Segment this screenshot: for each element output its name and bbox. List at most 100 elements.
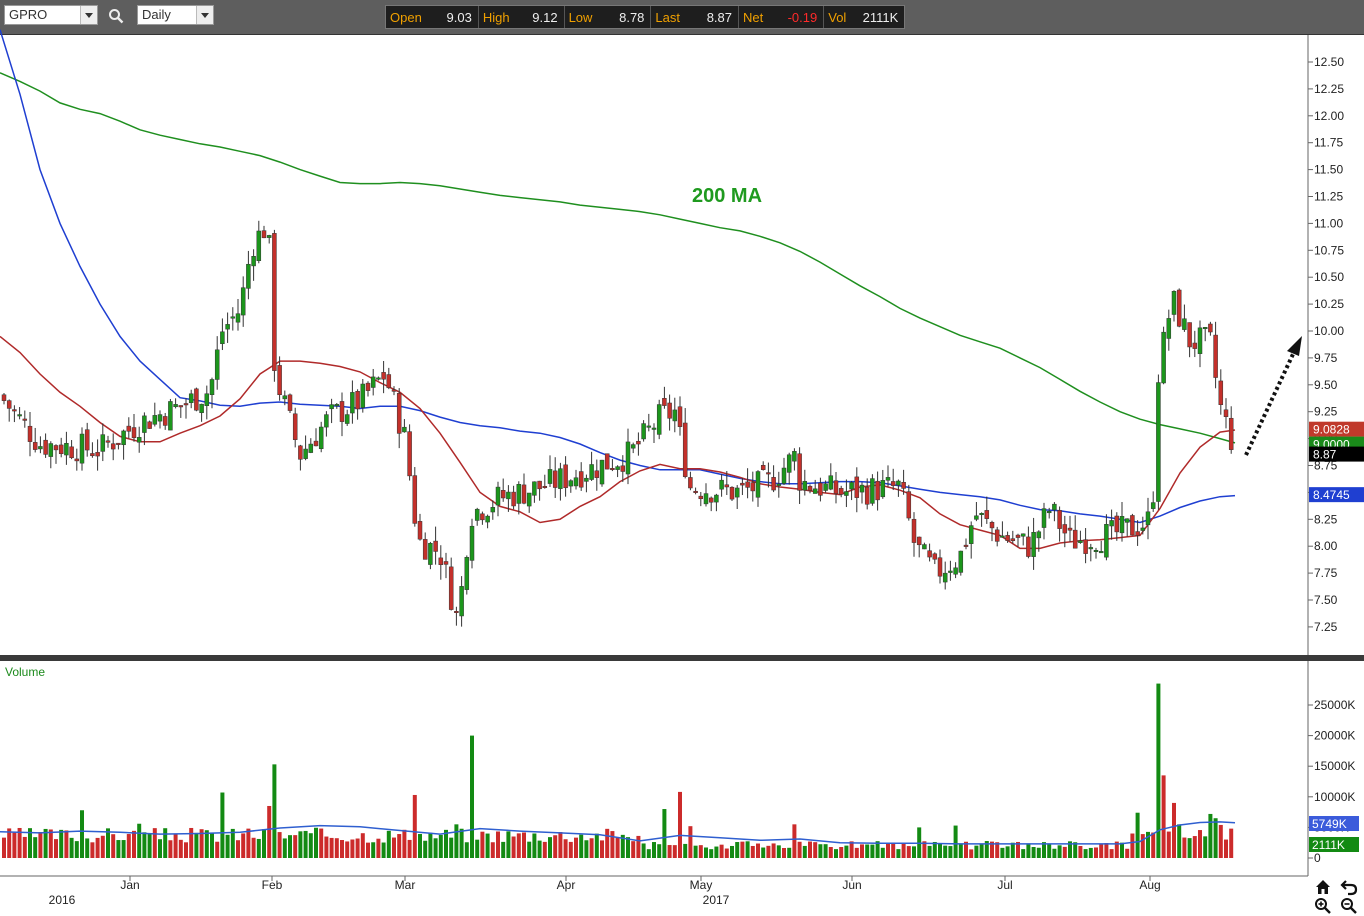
candle-body (1223, 409, 1229, 417)
candle-body (994, 529, 1000, 542)
volume-bar (724, 848, 729, 858)
price-tick-label: 9.50 (1314, 378, 1338, 392)
candle-body (740, 482, 745, 486)
volume-bar (54, 839, 58, 858)
candle-body (771, 477, 776, 491)
x-month-label: Mar (395, 878, 416, 892)
volume-bar (834, 849, 838, 858)
volume-bar (719, 844, 724, 858)
candle-body (318, 426, 324, 449)
zoom-out-icon[interactable] (1340, 897, 1358, 915)
volume-bar (678, 791, 682, 858)
volume-bar (1099, 844, 1104, 858)
candle-body (1104, 524, 1109, 558)
candle-body (526, 492, 532, 507)
candle-body (662, 398, 667, 406)
candle-body (766, 472, 771, 475)
candle-body (734, 487, 740, 498)
volume-bar (615, 837, 620, 858)
candle-body (1000, 535, 1005, 538)
candle-body (786, 454, 792, 473)
candle-body (454, 611, 459, 614)
volume-bar (215, 841, 220, 858)
volume-bar (1140, 834, 1145, 858)
volume-bar (178, 839, 183, 858)
volume-bar (516, 833, 521, 858)
x-axis: Jan Feb Mar Apr May Jun Jul Aug 2016 2017 (0, 875, 1308, 907)
volume-bar (360, 833, 365, 858)
volume-bar (277, 832, 282, 858)
volume-bar (48, 829, 53, 858)
candle-body (849, 482, 854, 490)
undo-icon[interactable] (1340, 878, 1358, 896)
candle-body (168, 401, 173, 431)
candle-body (1192, 342, 1198, 349)
candle-body (859, 484, 865, 493)
candle-body (724, 484, 730, 488)
volume-title: Volume (5, 665, 45, 679)
volume-bar (1203, 836, 1208, 858)
volume-bar (350, 839, 355, 858)
candle-body (864, 486, 870, 505)
candle-body (1098, 551, 1104, 554)
candle-body (719, 479, 724, 490)
candle-body (1171, 291, 1177, 315)
candle-body (1145, 511, 1151, 526)
candle-body (1067, 527, 1073, 531)
candle-body (370, 376, 376, 388)
candle-body (251, 256, 256, 267)
volume-bar (366, 842, 370, 858)
volume-bar (1036, 847, 1041, 858)
volume-bar (844, 845, 849, 858)
volume-bar (1104, 843, 1109, 858)
candle-body (802, 481, 808, 491)
candle-body (885, 477, 891, 481)
candle-body (1135, 531, 1140, 536)
candle-body (355, 391, 360, 410)
candle-body (875, 480, 880, 501)
candle-body (313, 440, 319, 447)
candle-body (594, 470, 600, 478)
home-icon[interactable] (1314, 878, 1332, 896)
candle-body (22, 418, 28, 421)
candle-body (963, 544, 969, 547)
volume-bar (745, 841, 750, 858)
volume-bar (1172, 802, 1176, 858)
candle-body (558, 468, 563, 489)
zoom-in-icon[interactable] (1314, 897, 1332, 915)
candle-body (1176, 289, 1182, 327)
volume-bar (194, 832, 199, 858)
candle-body (833, 480, 839, 495)
volume-bar (693, 845, 698, 858)
candle-body (157, 414, 163, 422)
volume-bar (740, 841, 745, 858)
candle-body (1161, 331, 1166, 384)
candle-body (807, 485, 813, 491)
volume-bar (1151, 832, 1156, 858)
candle-body (79, 433, 85, 464)
x-month-label: Aug (1139, 878, 1160, 892)
volume-bar (1187, 838, 1192, 858)
candle-body (776, 483, 782, 486)
volume-bar (111, 834, 116, 858)
candle-body (698, 495, 704, 500)
volume-bar (901, 842, 906, 858)
volume-bar (1109, 849, 1114, 858)
price-tick-label: 7.25 (1314, 620, 1338, 634)
candle-body (974, 515, 979, 520)
price-tick-label: 11.00 (1314, 216, 1343, 230)
candle-body (760, 465, 766, 470)
candle-body (64, 442, 69, 456)
volume-tick-label: 0 (1314, 851, 1321, 865)
price-tick-label: 9.25 (1314, 405, 1338, 419)
volume-bar (860, 844, 864, 858)
x-month-label: Jun (842, 878, 861, 892)
volume-bar (792, 824, 797, 858)
candle-body (121, 430, 126, 446)
volume-bar (683, 843, 688, 858)
price-tick-label: 7.75 (1314, 566, 1338, 580)
volume-bar (776, 845, 781, 858)
volume-bar (558, 832, 563, 858)
candle-body (584, 477, 589, 482)
price-volume-chart[interactable]: 12.50 12.25 12.00 11.75 11.50 11.25 11.00 10.75… (0, 0, 1364, 916)
